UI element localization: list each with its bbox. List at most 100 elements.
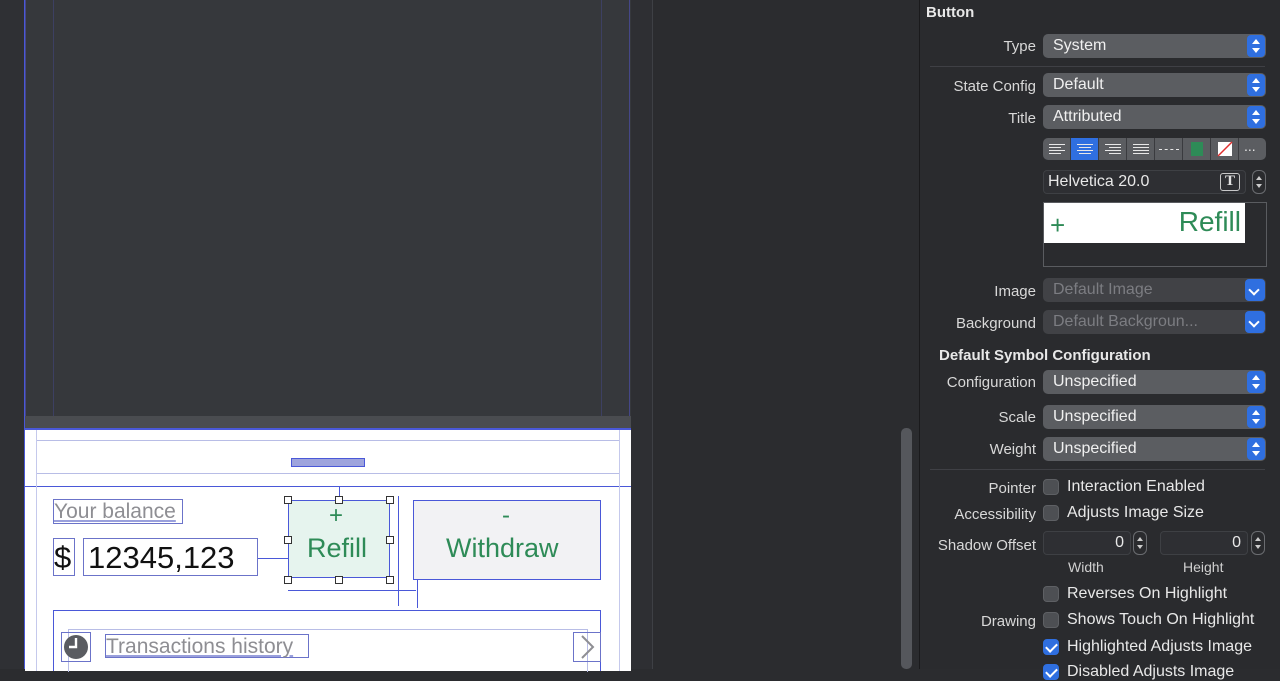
background-combo[interactable]: Default Backgroun... [1043,310,1266,334]
canvas-scrollbar[interactable] [901,428,912,669]
withdraw-button[interactable]: - Withdraw [413,500,601,580]
withdraw-label: Withdraw [446,533,559,563]
shows-touch-checkbox[interactable] [1043,612,1059,628]
chevron-down-icon [1245,311,1265,333]
balance-amount: 12345,123 [88,540,235,575]
reverses-on-highlight-checkbox[interactable] [1043,586,1059,602]
canvas-empty-area[interactable] [653,0,899,669]
state-config-label: State Config [953,78,1036,95]
chevron-down-icon [1245,279,1265,301]
canvas-gutter [631,0,653,669]
width-caption: Width [1068,559,1104,575]
align-left-button[interactable] [1043,138,1071,160]
state-config-select[interactable]: Default [1043,73,1266,97]
updown-icon [1247,438,1265,460]
disabled-adjusts-image-checkbox[interactable] [1043,664,1059,680]
disabled-adjusts-image-label: Disabled Adjusts Image [1067,663,1235,680]
align-natural-button[interactable] [1155,138,1183,160]
updown-icon [1247,406,1265,428]
type-value: System [1053,37,1107,54]
storyboard-canvas[interactable]: Your balance $ 12345,123 + Refill - With… [24,0,632,672]
font-field[interactable]: Helvetica 20.0 T [1043,170,1246,194]
chevron-right-icon[interactable] [573,632,601,662]
weight-select[interactable]: Unspecified [1043,437,1266,461]
view-controller-dark-area [25,0,631,416]
balance-label-box: Your balance [53,499,183,524]
adjusts-image-size-checkbox[interactable] [1043,505,1059,521]
shows-touch-label: Shows Touch On Highlight [1067,611,1255,628]
resize-handle[interactable] [386,496,394,504]
type-label: Type [1003,38,1036,55]
background-color-icon[interactable] [1211,138,1239,160]
updown-icon [1247,106,1265,128]
constraint-line [258,558,288,559]
balance-label: Your balance [54,500,176,523]
currency-box: $ [53,538,75,576]
layout-guide [629,0,630,416]
title-preview: + Refill [1044,203,1245,243]
shadow-height-field[interactable]: 0 [1160,531,1248,555]
resize-handle[interactable] [386,536,394,544]
constraint-line [339,486,340,496]
font-icon-glyph: T [1225,173,1236,189]
guide-line [25,486,631,487]
bottom-sheet[interactable]: Your balance $ 12345,123 + Refill - With… [25,428,631,672]
interaction-enabled-checkbox[interactable] [1043,479,1059,495]
transactions-row[interactable]: Transactions history [61,629,601,672]
attributes-inspector: Button Type System State Config Default … [919,0,1280,680]
refill-label: Refill [307,533,368,563]
resize-handle[interactable] [284,496,292,504]
align-right-button[interactable] [1099,138,1127,160]
resize-handle[interactable] [386,576,394,584]
shadow-height-stepper[interactable] [1251,531,1265,555]
align-justify-button[interactable] [1127,138,1155,160]
configuration-select[interactable]: Unspecified [1043,370,1266,394]
refill-plus: + [329,502,344,529]
history-label-box: Transactions history [105,634,309,658]
text-color-icon[interactable] [1183,138,1211,160]
scale-select[interactable]: Unspecified [1043,405,1266,429]
resize-handle[interactable] [284,536,292,544]
configuration-label: Configuration [946,374,1036,391]
resize-handle[interactable] [335,576,343,584]
highlighted-adjusts-image-checkbox[interactable] [1043,639,1059,655]
constraint-line [288,590,416,591]
title-select[interactable]: Attributed [1043,105,1266,129]
amount-box: 12345,123 [83,538,258,576]
align-center-button[interactable] [1071,138,1099,160]
image-combo[interactable]: Default Image [1043,278,1266,302]
currency-symbol: $ [54,540,72,575]
shadow-width-field[interactable]: 0 [1043,531,1131,555]
drawing-label: Drawing [980,613,1036,630]
state-config-value: Default [1053,76,1104,93]
font-size-stepper[interactable] [1252,170,1266,194]
title-label: Title [1008,110,1036,127]
more-options-button[interactable]: ... [1239,138,1266,160]
title-preview-box[interactable]: + Refill [1043,202,1267,267]
font-picker-icon[interactable]: T [1220,173,1240,191]
guide-line [619,430,620,671]
weight-label: Weight [989,441,1036,458]
adjusts-image-size-label: Adjusts Image Size [1067,504,1204,521]
scale-value: Unspecified [1053,408,1137,425]
refill-button[interactable]: + Refill [288,500,390,578]
resize-handle[interactable] [284,576,292,584]
constraint-line [398,496,399,606]
history-label: Transactions history [106,635,294,658]
updown-icon [1247,35,1265,57]
shadow-offset-label: Shadow Offset [937,537,1036,554]
background-label: Background [955,315,1036,332]
preview-text: Refill [1178,206,1241,237]
sheet-grabber[interactable] [291,458,365,467]
guide-line [36,430,37,671]
configuration-value: Unspecified [1053,373,1137,390]
constraint-line [417,580,418,608]
shadow-height-value: 0 [1232,534,1241,551]
handle-container [36,440,620,474]
resize-handle[interactable] [335,496,343,504]
more-glyph: ... [1244,138,1256,154]
type-select[interactable]: System [1043,34,1266,58]
layout-guide [25,0,26,416]
shadow-width-stepper[interactable] [1133,531,1147,555]
image-label: Image [994,283,1036,300]
